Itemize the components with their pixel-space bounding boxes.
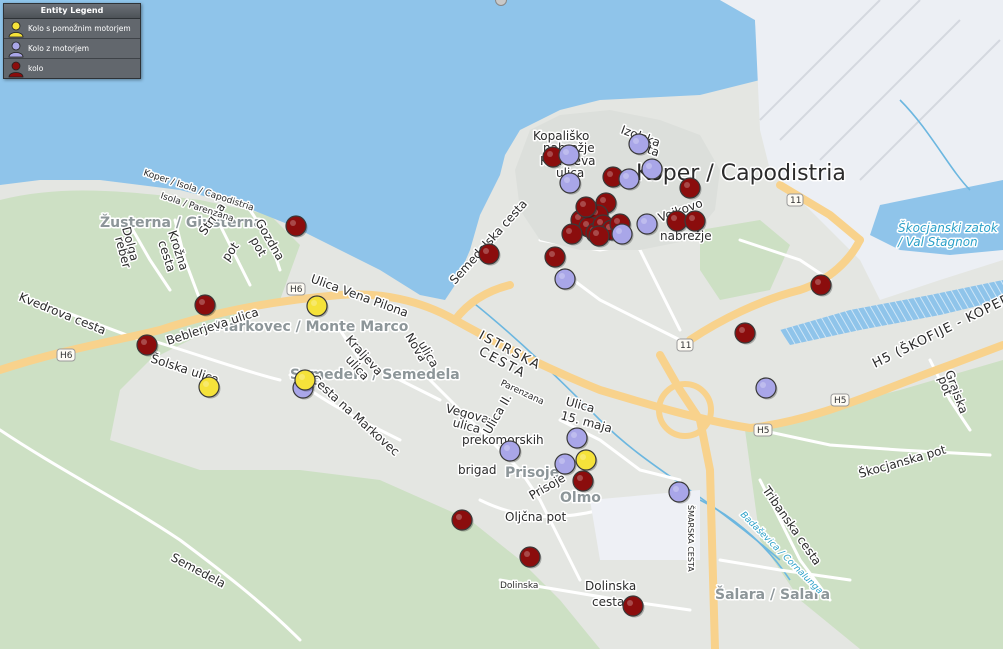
person-icon xyxy=(8,41,24,57)
person-icon xyxy=(8,21,24,37)
legend-title: Entity Legend xyxy=(4,4,140,19)
label-dolinska-small: Dolinska xyxy=(500,581,538,591)
label-prekomorskih-3: brigad xyxy=(458,463,496,477)
shield-h6-west: H6 xyxy=(56,348,76,362)
svg-text:11: 11 xyxy=(680,341,691,351)
label-dolinska-2: cesta xyxy=(592,595,624,609)
legend-item-kolo-s-pomoznim-motorjem[interactable]: Kolo s pomožnim motorjem xyxy=(4,19,140,39)
shield-11-south: 11 xyxy=(676,338,694,352)
label-val-stagnon: / Val Stagnon xyxy=(897,235,978,249)
legend-label: Kolo z motorjem xyxy=(28,44,90,53)
label-vojkovo-2: nabrežje xyxy=(660,229,712,243)
person-icon xyxy=(8,61,24,77)
label-oljcna: Oljčna pot xyxy=(505,510,566,524)
label-skocjanski: Škocjanski zatok xyxy=(898,220,999,235)
shield-h5-east: H5 xyxy=(830,393,850,407)
legend-label: kolo xyxy=(28,64,44,73)
shield-h6: H6 xyxy=(286,282,306,296)
label-smarska: ŠMARSKA CESTA xyxy=(686,505,697,572)
shield-11-north: 11 xyxy=(786,193,804,207)
entity-legend[interactable]: Entity Legend Kolo s pomožnim motorjem K… xyxy=(3,3,141,79)
shield-h5-center: H5 xyxy=(753,423,773,437)
svg-text:H6: H6 xyxy=(290,285,303,295)
svg-text:H5: H5 xyxy=(757,426,770,436)
svg-text:H5: H5 xyxy=(834,396,847,406)
label-olmo: Olmo xyxy=(560,490,601,506)
legend-label: Kolo s pomožnim motorjem xyxy=(28,24,131,33)
label-city: Koper / Capodistria xyxy=(636,161,846,186)
map-canvas[interactable]: Koper / Capodistria Žusterna / Giusterna… xyxy=(0,0,1003,649)
svg-text:H6: H6 xyxy=(60,351,73,361)
svg-text:11: 11 xyxy=(790,196,801,206)
legend-item-kolo-z-motorjem[interactable]: Kolo z motorjem xyxy=(4,39,140,59)
legend-item-kolo[interactable]: kolo xyxy=(4,59,140,78)
label-dolinska: Dolinska xyxy=(585,579,636,593)
